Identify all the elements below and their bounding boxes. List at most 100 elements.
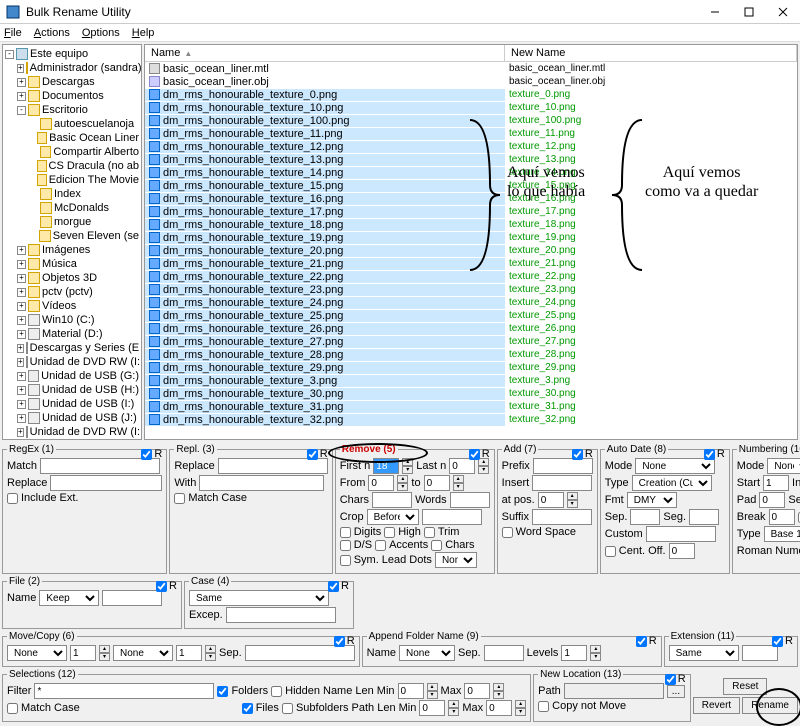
repl-with-input[interactable]	[199, 475, 324, 491]
file-name-select[interactable]: Keep	[39, 590, 99, 606]
file-row[interactable]: dm_rms_honourable_texture_10.pngtexture_…	[145, 101, 797, 114]
tree-item[interactable]: autoescuelanoja	[5, 117, 139, 131]
selections-subfolders-check[interactable]	[282, 703, 293, 714]
file-row[interactable]: dm_rms_honourable_texture_11.pngtexture_…	[145, 127, 797, 140]
selections-namelenmin-input[interactable]	[398, 683, 424, 699]
file-row[interactable]: dm_rms_honourable_texture_25.pngtexture_…	[145, 309, 797, 322]
autodate-type-select[interactable]: Creation (Cur	[632, 475, 712, 491]
expand-icon[interactable]: +	[17, 92, 26, 101]
spin-buttons[interactable]: ▴▾	[478, 458, 489, 474]
tree-item[interactable]: +Descargas	[5, 75, 139, 89]
selections-pathmax-input[interactable]	[486, 700, 512, 716]
file-row[interactable]: dm_rms_honourable_texture_15.pngtexture_…	[145, 179, 797, 192]
maximize-button[interactable]	[732, 0, 766, 24]
movecopy-sep-input[interactable]	[245, 645, 355, 661]
newlocation-enable-check[interactable]	[665, 674, 676, 685]
remove-chars-input[interactable]	[372, 492, 412, 508]
autodate-enable-check[interactable]	[704, 449, 715, 460]
remove-trim-check[interactable]	[424, 527, 435, 538]
file-row[interactable]: basic_ocean_liner.mtlbasic_ocean_liner.m…	[145, 62, 797, 75]
tree-item[interactable]: +Descargas y Series (E	[5, 341, 139, 355]
tree-item[interactable]: +pctv (pctv)	[5, 285, 139, 299]
tree-item[interactable]: +Unidad de BD-ROM (N	[5, 439, 139, 440]
add-suffix-input[interactable]	[532, 509, 592, 525]
autodate-cent-check[interactable]	[605, 546, 616, 557]
movecopy-select2[interactable]: None	[113, 645, 173, 661]
movecopy-n1-input[interactable]	[70, 645, 96, 661]
expand-icon[interactable]: +	[17, 358, 24, 367]
movecopy-enable-check[interactable]	[334, 636, 345, 647]
remove-leaddots-select[interactable]: Non	[435, 552, 477, 568]
autodate-off-input[interactable]	[669, 543, 695, 559]
repl-enable-check[interactable]	[307, 449, 318, 460]
column-newname[interactable]: New Name	[505, 45, 797, 61]
remove-high-check[interactable]	[384, 527, 395, 538]
autodate-seg-input[interactable]	[689, 509, 719, 525]
file-row[interactable]: dm_rms_honourable_texture_26.pngtexture_…	[145, 322, 797, 335]
expand-icon[interactable]: -	[17, 106, 26, 115]
tree-item[interactable]: +Unidad de USB (I:)	[5, 397, 139, 411]
file-row[interactable]: dm_rms_honourable_texture_24.pngtexture_…	[145, 296, 797, 309]
tree-item[interactable]: +Vídeos	[5, 299, 139, 313]
selections-hidden-check[interactable]	[271, 686, 282, 697]
file-row[interactable]: dm_rms_honourable_texture_22.pngtexture_…	[145, 270, 797, 283]
appendfolder-name-select[interactable]: None	[399, 645, 455, 661]
autodate-custom-input[interactable]	[646, 526, 716, 542]
case-enable-check[interactable]	[328, 581, 339, 592]
tree-item[interactable]: morgue	[5, 215, 139, 229]
numbering-pad-input[interactable]	[759, 492, 785, 508]
selections-matchcase-check[interactable]	[7, 703, 18, 714]
tree-item[interactable]: +Administrador (sandra)	[5, 61, 139, 75]
expand-icon[interactable]: +	[17, 246, 26, 255]
minimize-button[interactable]	[698, 0, 732, 24]
tree-item[interactable]: McDonalds	[5, 201, 139, 215]
spin-buttons[interactable]: ▴▾	[402, 458, 413, 474]
expand-icon[interactable]: +	[17, 400, 26, 409]
spin-buttons[interactable]: ▴▾	[590, 645, 601, 661]
remove-crop-select[interactable]: Before	[367, 509, 419, 525]
extension-select[interactable]: Same	[669, 645, 739, 661]
file-row[interactable]: dm_rms_honourable_texture_19.pngtexture_…	[145, 231, 797, 244]
file-enable-check[interactable]	[156, 581, 167, 592]
file-list[interactable]: Name▲ New Name basic_ocean_liner.mtlbasi…	[144, 44, 798, 440]
expand-icon[interactable]: +	[17, 344, 24, 353]
file-row[interactable]: dm_rms_honourable_texture_27.pngtexture_…	[145, 335, 797, 348]
spin-buttons[interactable]: ▴▾	[205, 645, 216, 661]
file-row[interactable]: dm_rms_honourable_texture_14.pngtexture_…	[145, 166, 797, 179]
autodate-sep-input[interactable]	[630, 509, 660, 525]
case-select[interactable]: Same	[189, 590, 329, 606]
expand-icon[interactable]: +	[17, 316, 26, 325]
tree-item[interactable]: -Escritorio	[5, 103, 139, 117]
remove-digits-check[interactable]	[340, 527, 351, 538]
repl-replace-input[interactable]	[218, 458, 328, 474]
file-row[interactable]: dm_rms_honourable_texture_12.pngtexture_…	[145, 140, 797, 153]
add-enable-check[interactable]	[572, 449, 583, 460]
tree-item[interactable]: Compartir Alberto	[5, 145, 139, 159]
tree-item[interactable]: -Este equipo	[5, 47, 139, 61]
extension-input[interactable]	[742, 645, 778, 661]
tree-item[interactable]: +Material (D:)	[5, 327, 139, 341]
remove-sym-check[interactable]	[340, 555, 351, 566]
regex-enable-check[interactable]	[141, 449, 152, 460]
tree-item[interactable]: +Unidad de USB (J:)	[5, 411, 139, 425]
tree-item[interactable]: Seven Eleven (se	[5, 229, 139, 243]
extension-enable-check[interactable]	[772, 636, 783, 647]
spin-buttons[interactable]: ▴▾	[567, 492, 578, 508]
expand-icon[interactable]: -	[5, 50, 14, 59]
file-name-input[interactable]	[102, 590, 162, 606]
add-atpos-input[interactable]	[538, 492, 564, 508]
close-button[interactable]	[766, 0, 800, 24]
spin-buttons[interactable]: ▴▾	[493, 683, 504, 699]
file-row[interactable]: dm_rms_honourable_texture_3.pngtexture_3…	[145, 374, 797, 387]
spin-buttons[interactable]: ▴▾	[397, 475, 408, 491]
expand-icon[interactable]: +	[17, 274, 26, 283]
menu-file[interactable]: File	[4, 27, 22, 39]
expand-icon[interactable]: +	[17, 372, 26, 381]
file-row[interactable]: dm_rms_honourable_texture_16.pngtexture_…	[145, 192, 797, 205]
tree-item[interactable]: Basic Ocean Liner	[5, 131, 139, 145]
numbering-break-input[interactable]	[769, 509, 795, 525]
remove-enable-check[interactable]	[469, 449, 480, 460]
remove-to-input[interactable]	[424, 475, 450, 491]
remove-from-input[interactable]	[368, 475, 394, 491]
case-excep-input[interactable]	[226, 607, 336, 623]
